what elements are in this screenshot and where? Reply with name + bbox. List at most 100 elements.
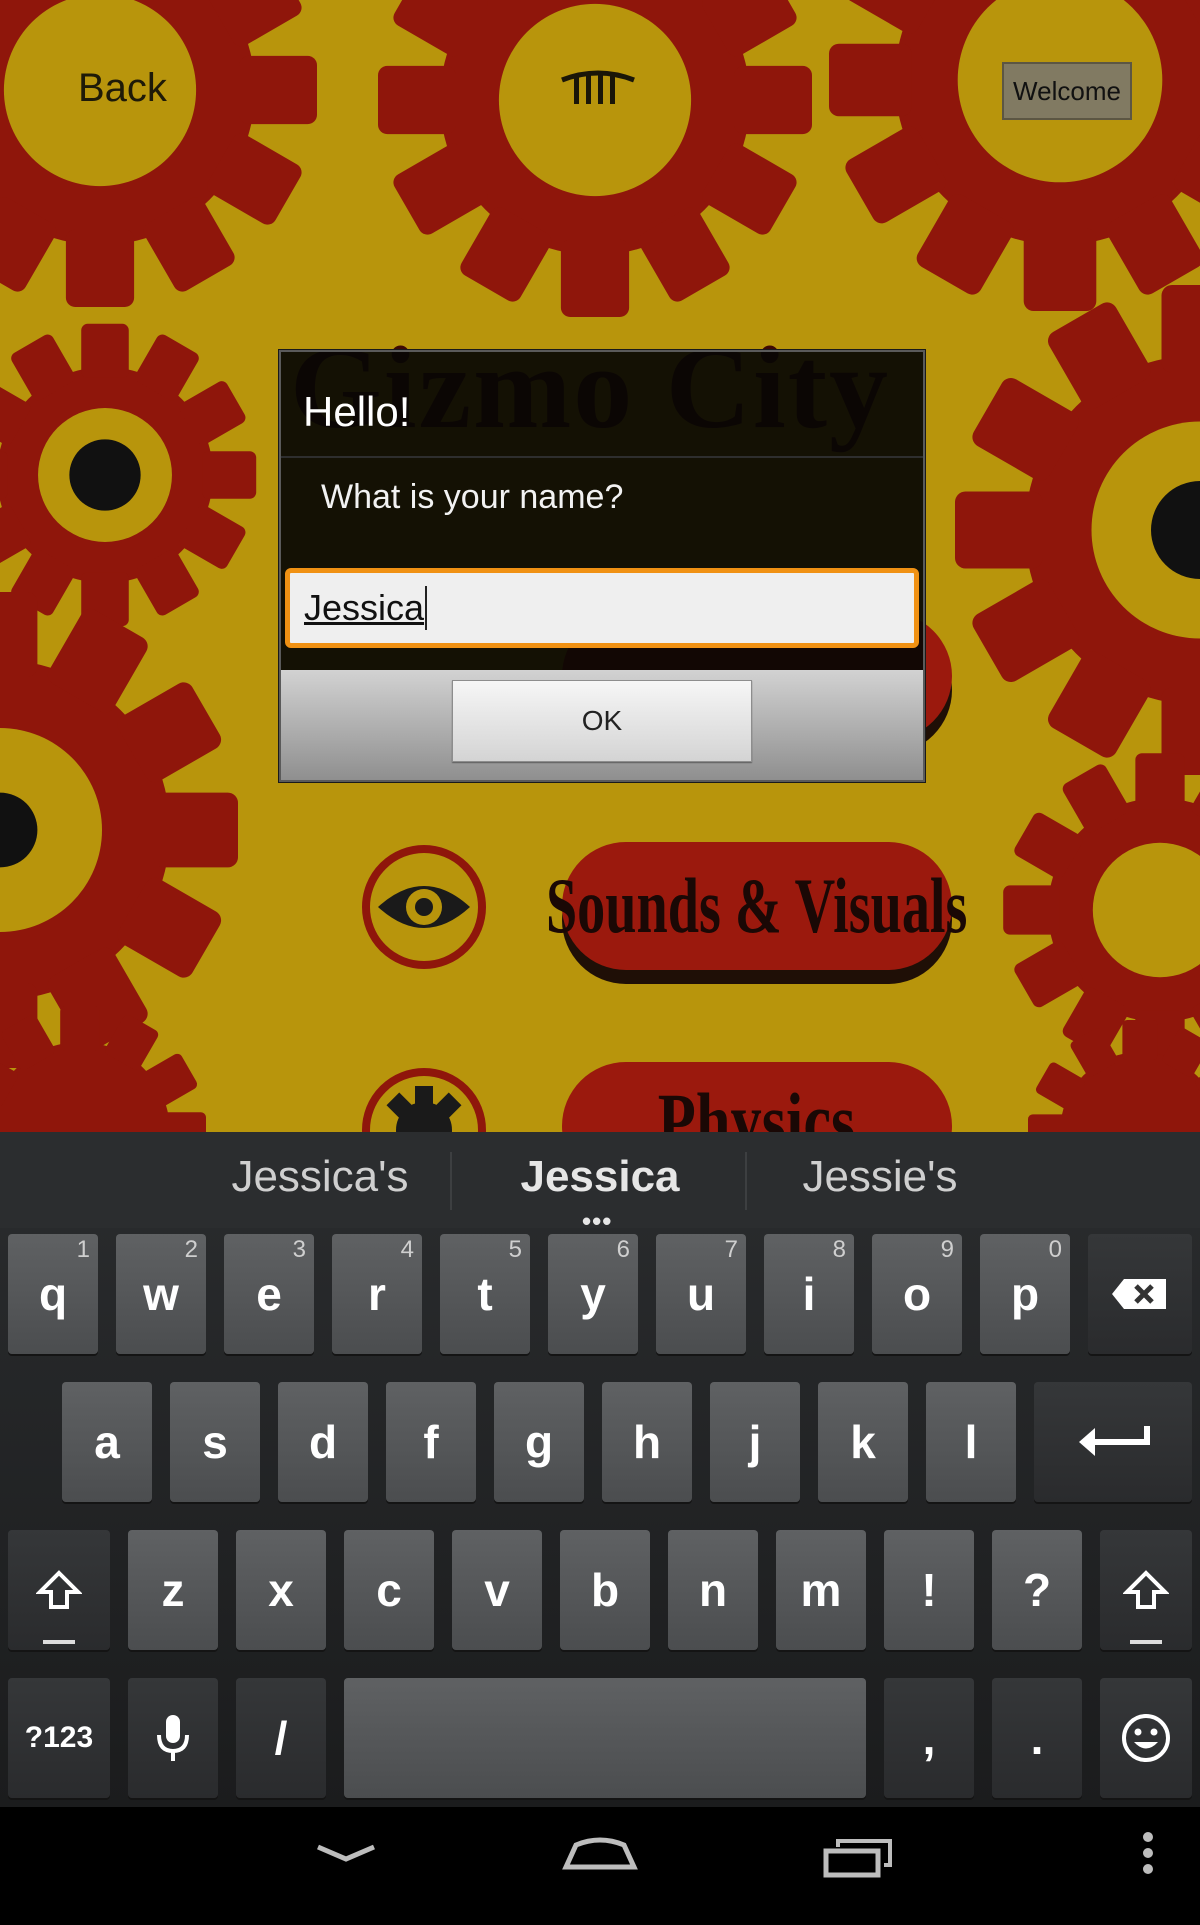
emoji-icon	[1121, 1713, 1171, 1763]
key-hint: 8	[833, 1236, 846, 1264]
shift-key-right[interactable]	[1100, 1530, 1192, 1650]
key-hint: 3	[293, 1236, 306, 1264]
key-q-label: q	[39, 1267, 67, 1321]
key-exclamation-label: !	[921, 1563, 936, 1617]
backspace-icon	[1110, 1277, 1170, 1311]
key-question-label: ?	[1023, 1563, 1051, 1617]
recents-icon[interactable]	[826, 1841, 890, 1875]
back-icon[interactable]	[318, 1847, 374, 1859]
key-p[interactable]: p0	[980, 1234, 1070, 1354]
key-q[interactable]: q1	[8, 1234, 98, 1354]
system-navigation-bar	[0, 1807, 1200, 1920]
key-g[interactable]: g	[494, 1382, 584, 1502]
key-question[interactable]: ?	[992, 1530, 1082, 1650]
sounds-visuals-button[interactable]: Sounds & Visuals	[562, 842, 952, 970]
key-g-label: g	[525, 1415, 553, 1469]
suggestion-left[interactable]: Jessica's	[170, 1152, 470, 1202]
slash-key-label: /	[275, 1711, 288, 1765]
key-h[interactable]: h	[602, 1382, 692, 1502]
backspace-key[interactable]	[1088, 1234, 1192, 1354]
key-w[interactable]: w2	[116, 1234, 206, 1354]
key-y[interactable]: y6	[548, 1234, 638, 1354]
key-o-label: o	[903, 1267, 931, 1321]
key-d-label: d	[309, 1415, 337, 1469]
key-hint: 2	[185, 1236, 198, 1264]
key-hint: 1	[77, 1236, 90, 1264]
suggestion-strip: Jessica's Jessica Jessie's •••	[0, 1132, 1200, 1228]
symbols-key[interactable]: ?123	[8, 1678, 110, 1798]
period-key-label: .	[1031, 1711, 1044, 1765]
key-hint: 4	[401, 1236, 414, 1264]
key-t-label: t	[477, 1267, 492, 1321]
name-input[interactable]: Jessica	[285, 568, 919, 648]
text-cursor	[425, 586, 427, 630]
key-x[interactable]: x	[236, 1530, 326, 1650]
enter-icon	[1075, 1422, 1151, 1462]
dialog-button-bar: OK	[281, 670, 923, 780]
key-i[interactable]: i8	[764, 1234, 854, 1354]
key-r-label: r	[368, 1267, 386, 1321]
name-dialog: Hello! What is your name? Jessica OK	[279, 350, 925, 782]
menu-icon[interactable]	[1143, 1832, 1153, 1874]
key-u[interactable]: u7	[656, 1234, 746, 1354]
enter-key[interactable]	[1034, 1382, 1192, 1502]
shift-indicator	[43, 1640, 75, 1644]
suggestion-center[interactable]: Jessica	[450, 1152, 750, 1202]
key-e[interactable]: e3	[224, 1234, 314, 1354]
key-k[interactable]: k	[818, 1382, 908, 1502]
key-s[interactable]: s	[170, 1382, 260, 1502]
key-o[interactable]: o9	[872, 1234, 962, 1354]
key-hint: 5	[509, 1236, 522, 1264]
key-j[interactable]: j	[710, 1382, 800, 1502]
key-hint: 9	[941, 1236, 954, 1264]
key-m[interactable]: m	[776, 1530, 866, 1650]
suggestion-right[interactable]: Jessie's	[740, 1152, 1020, 1202]
back-button[interactable]: Back	[78, 66, 167, 111]
key-n-label: n	[699, 1563, 727, 1617]
key-i-label: i	[803, 1267, 816, 1321]
sounds-visuals-label: Sounds & Visuals	[546, 861, 967, 951]
comma-key[interactable]: ,	[884, 1678, 974, 1798]
key-a[interactable]: a	[62, 1382, 152, 1502]
key-c-label: c	[376, 1563, 402, 1617]
key-j-label: j	[749, 1415, 762, 1469]
shift-key-left[interactable]	[8, 1530, 110, 1650]
key-r[interactable]: r4	[332, 1234, 422, 1354]
dialog-message: What is your name?	[321, 478, 623, 517]
key-t[interactable]: t5	[440, 1234, 530, 1354]
space-key[interactable]	[344, 1678, 866, 1798]
dialog-divider	[281, 456, 923, 458]
microphone-key[interactable]	[128, 1678, 218, 1798]
shift-icon	[36, 1570, 82, 1610]
key-c[interactable]: c	[344, 1530, 434, 1650]
key-z[interactable]: z	[128, 1530, 218, 1650]
more-suggestions-indicator: •••	[582, 1206, 612, 1237]
key-m-label: m	[801, 1563, 842, 1617]
soft-keyboard: Jessica's Jessica Jessie's ••• q1w2e3r4t…	[0, 1132, 1200, 1807]
key-h-label: h	[633, 1415, 661, 1469]
gear-icon	[366, 1072, 482, 1132]
period-key[interactable]: .	[992, 1678, 1082, 1798]
key-s-label: s	[202, 1415, 228, 1469]
key-d[interactable]: d	[278, 1382, 368, 1502]
microphone-icon	[153, 1713, 193, 1763]
key-n[interactable]: n	[668, 1530, 758, 1650]
physics-button[interactable]: Physics	[562, 1062, 952, 1132]
name-input-value: Jessica	[304, 587, 424, 629]
home-icon[interactable]	[566, 1840, 634, 1867]
key-hint: 6	[617, 1236, 630, 1264]
emoji-key[interactable]	[1100, 1678, 1192, 1798]
eye-icon	[366, 849, 482, 965]
key-l[interactable]: l	[926, 1382, 1016, 1502]
key-u-label: u	[687, 1267, 715, 1321]
key-e-label: e	[256, 1267, 282, 1321]
slash-key[interactable]: /	[236, 1678, 326, 1798]
ok-button[interactable]: OK	[452, 680, 752, 762]
dialog-title: Hello!	[303, 388, 410, 436]
key-exclamation[interactable]: !	[884, 1530, 974, 1650]
key-y-label: y	[580, 1267, 606, 1321]
welcome-button[interactable]: Welcome	[1002, 62, 1132, 120]
key-f[interactable]: f	[386, 1382, 476, 1502]
key-b[interactable]: b	[560, 1530, 650, 1650]
key-v[interactable]: v	[452, 1530, 542, 1650]
